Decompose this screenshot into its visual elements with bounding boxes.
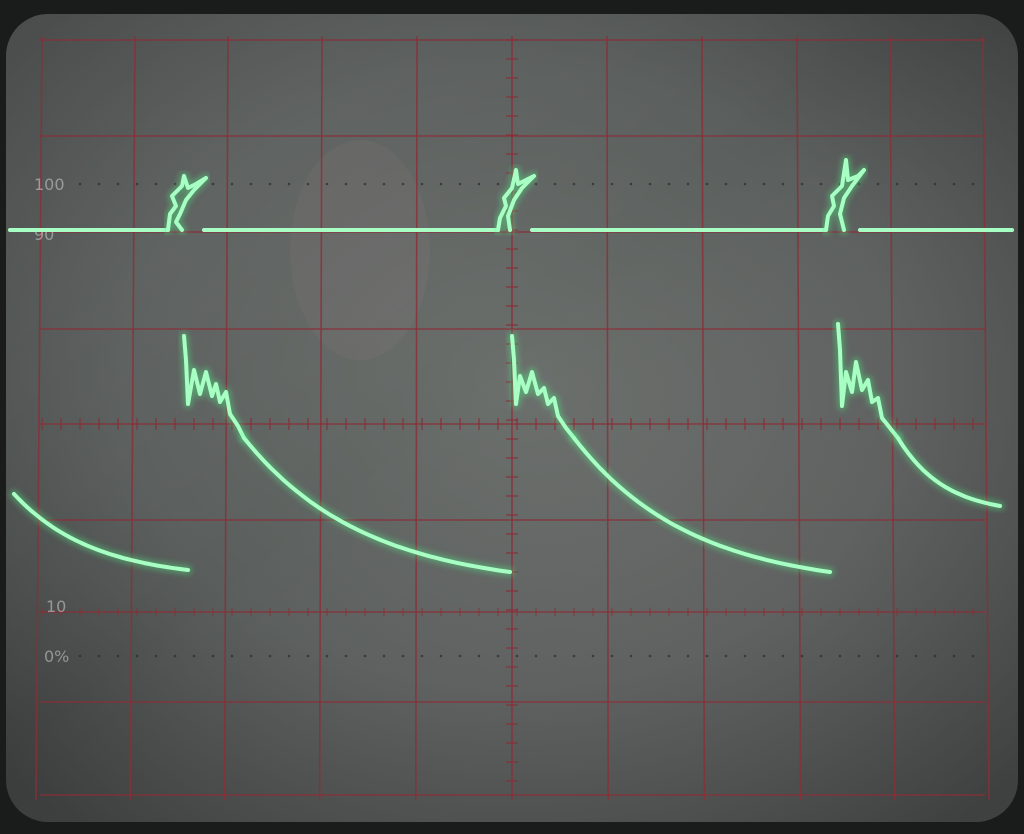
dotted-line-dot <box>496 182 500 186</box>
dotted-line-dot <box>97 654 101 658</box>
dotted-line-dot <box>914 654 918 658</box>
dotted-line-dot <box>420 654 424 658</box>
dotted-line-dot <box>420 182 424 186</box>
dotted-line-dot <box>78 654 82 658</box>
dotted-line-dot <box>534 182 538 186</box>
dotted-line-dot <box>97 182 101 186</box>
dotted-line-dot <box>230 182 234 186</box>
dotted-line-dot <box>439 182 443 186</box>
dotted-line-dot <box>971 182 975 186</box>
graticule-label-100: 100 <box>34 175 65 194</box>
dotted-line-dot <box>876 654 880 658</box>
dotted-line-dot <box>78 182 82 186</box>
dotted-line-dot <box>933 654 937 658</box>
dotted-line-dot <box>895 182 899 186</box>
graticule-label-0pct: 0% <box>44 647 69 666</box>
dotted-line-dot <box>591 182 595 186</box>
dotted-line-dot <box>211 654 215 658</box>
dotted-line-dot <box>135 182 139 186</box>
dotted-line-dot <box>572 182 576 186</box>
oscilloscope-screen: 100 90 10 0% <box>0 0 1024 830</box>
dotted-line-dot <box>572 654 576 658</box>
dotted-line-dot <box>287 182 291 186</box>
dotted-line-dot <box>363 654 367 658</box>
dotted-line-dot <box>154 182 158 186</box>
dotted-line-dot <box>477 182 481 186</box>
dotted-line-dot <box>211 182 215 186</box>
dotted-line-dot <box>154 654 158 658</box>
dotted-line-dot <box>458 182 462 186</box>
dotted-line-dot <box>686 182 690 186</box>
dotted-line-dot <box>344 654 348 658</box>
dotted-line-dot <box>610 182 614 186</box>
dotted-line-dot <box>743 654 747 658</box>
dotted-line-dot <box>192 654 196 658</box>
dotted-line-dot <box>895 654 899 658</box>
dotted-line-dot <box>629 182 633 186</box>
dotted-line-dot <box>762 182 766 186</box>
dotted-line-dot <box>648 654 652 658</box>
dotted-line-dot <box>686 654 690 658</box>
dotted-line-dot <box>306 182 310 186</box>
dotted-line-dot <box>553 182 557 186</box>
graticule-label-10: 10 <box>46 597 66 616</box>
dotted-line-dot <box>363 182 367 186</box>
dotted-line-dot <box>496 654 500 658</box>
dotted-line-dot <box>857 654 861 658</box>
dotted-line-dot <box>173 654 177 658</box>
dotted-line-dot <box>591 654 595 658</box>
dotted-line-dot <box>667 654 671 658</box>
dotted-line-dot <box>648 182 652 186</box>
dotted-line-dot <box>325 654 329 658</box>
dotted-line-dot <box>458 654 462 658</box>
dotted-line-dot <box>135 654 139 658</box>
dotted-line-dot <box>819 182 823 186</box>
dotted-line-dot <box>439 654 443 658</box>
dotted-line-dot <box>781 182 785 186</box>
dotted-line-dot <box>838 654 842 658</box>
dotted-line-dot <box>705 654 709 658</box>
dotted-line-dot <box>116 654 120 658</box>
dotted-line-dot <box>762 654 766 658</box>
dotted-line-dot <box>116 182 120 186</box>
dotted-line-dot <box>629 654 633 658</box>
dotted-line-dot <box>249 182 253 186</box>
dotted-line-dot <box>268 654 272 658</box>
dotted-line-dot <box>230 654 234 658</box>
dotted-line-dot <box>819 654 823 658</box>
dotted-line-dot <box>382 654 386 658</box>
dotted-line-dot <box>382 182 386 186</box>
dotted-line-dot <box>933 182 937 186</box>
dotted-line-dot <box>667 182 671 186</box>
reflection-blob <box>290 140 430 360</box>
dotted-line-dot <box>534 654 538 658</box>
dotted-line-dot <box>743 182 747 186</box>
dotted-line-dot <box>401 182 405 186</box>
dotted-line-dot <box>971 654 975 658</box>
dotted-line-dot <box>477 654 481 658</box>
dotted-line-dot <box>705 182 709 186</box>
dotted-line-dot <box>173 182 177 186</box>
dotted-line-dot <box>781 654 785 658</box>
dotted-line-dot <box>325 182 329 186</box>
dotted-line-dot <box>344 182 348 186</box>
dotted-line-dot <box>876 182 880 186</box>
dotted-line-dot <box>401 654 405 658</box>
dotted-line-dot <box>515 654 519 658</box>
dotted-line-dot <box>306 654 310 658</box>
dotted-line-dot <box>952 182 956 186</box>
dotted-line-dot <box>610 654 614 658</box>
dotted-line-dot <box>724 654 728 658</box>
dotted-line-dot <box>553 654 557 658</box>
dotted-line-dot <box>724 182 728 186</box>
dotted-line-dot <box>952 654 956 658</box>
dotted-line-dot <box>249 654 253 658</box>
dotted-line-dot <box>914 182 918 186</box>
dotted-line-dot <box>287 654 291 658</box>
dotted-line-dot <box>268 182 272 186</box>
dotted-line-dot <box>800 654 804 658</box>
dotted-line-dot <box>800 182 804 186</box>
